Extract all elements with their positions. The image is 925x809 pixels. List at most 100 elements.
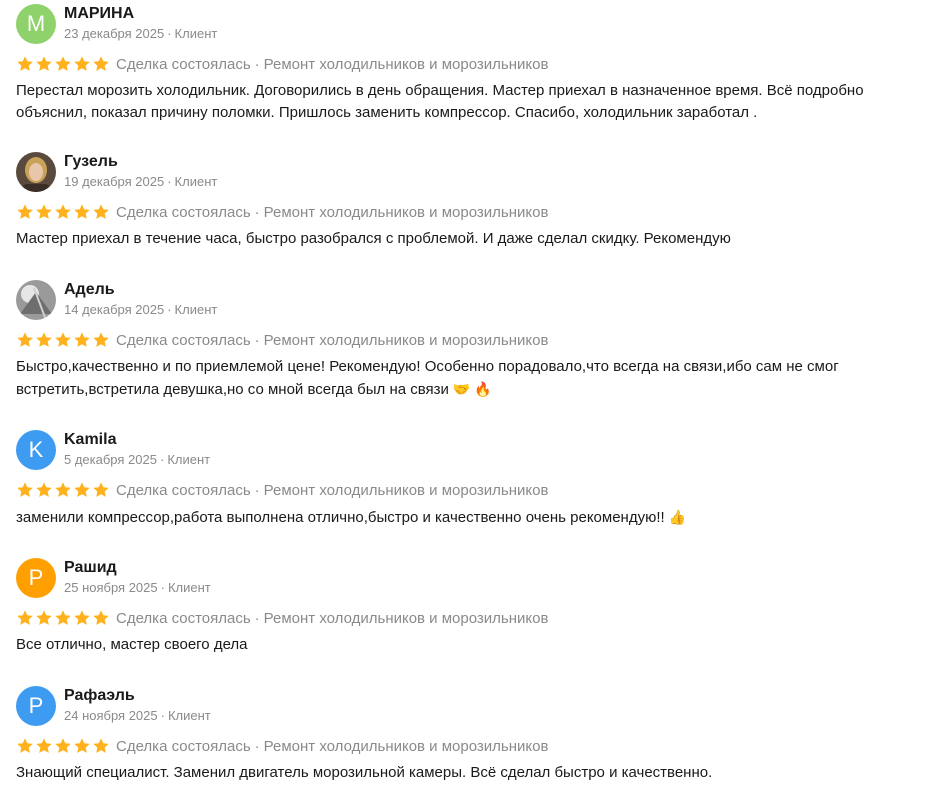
deal-status: Сделка состоялась bbox=[116, 609, 251, 627]
review-meta: 19 декабря 2025 · Клиент bbox=[64, 173, 217, 191]
review-text: заменили компрессор,работа выполнена отл… bbox=[16, 506, 896, 529]
star-icon bbox=[17, 482, 33, 497]
avatar[interactable] bbox=[16, 152, 56, 192]
review-date: 19 декабря 2025 bbox=[64, 174, 165, 189]
deal-separator: · bbox=[254, 737, 260, 755]
review-text: Все отлично, мастер своего дела bbox=[16, 636, 248, 653]
meta-separator: · bbox=[167, 174, 172, 189]
rating-stars bbox=[16, 331, 110, 349]
review-date: 14 декабря 2025 bbox=[64, 302, 165, 317]
meta-separator: · bbox=[167, 26, 172, 41]
avatar[interactable]: Р bbox=[16, 558, 56, 598]
meta-separator: · bbox=[167, 302, 172, 317]
review-text-body: заменили компрессор,работа выполнена отл… bbox=[16, 509, 665, 526]
avatar-photo bbox=[16, 280, 56, 320]
star-icon bbox=[36, 204, 52, 219]
review-text: Знающий специалист. Заменил двигатель мо… bbox=[16, 764, 713, 781]
deal-status: Сделка состоялась bbox=[116, 737, 251, 755]
service-name: Ремонт холодильников и морозильников bbox=[263, 203, 549, 221]
star-icon bbox=[74, 482, 90, 497]
deal-separator: · bbox=[254, 481, 260, 499]
star-icon bbox=[93, 482, 109, 497]
reviewer-role: Клиент bbox=[167, 708, 211, 723]
avatar[interactable]: М bbox=[16, 4, 56, 44]
star-icon bbox=[17, 610, 33, 625]
avatar[interactable]: K bbox=[16, 430, 56, 470]
star-icon bbox=[55, 738, 71, 753]
star-icon bbox=[74, 56, 90, 71]
rating-stars bbox=[16, 55, 110, 73]
avatar-letter: K bbox=[28, 437, 44, 462]
star-icon bbox=[93, 332, 109, 347]
reviewer-role: Клиент bbox=[174, 302, 218, 317]
deal-separator: · bbox=[254, 609, 260, 627]
service-name: Ремонт холодильников и морозильников bbox=[263, 609, 549, 627]
review-card: Гузель 19 декабря 2025 · Клиент Сделка сос… bbox=[16, 152, 906, 250]
deal-separator: · bbox=[254, 55, 260, 73]
star-icon bbox=[55, 610, 71, 625]
avatar[interactable]: Р bbox=[16, 686, 56, 726]
review-card: Р Рафаэль 24 ноября 2025 · Клиент Сделка с… bbox=[16, 686, 906, 784]
review-text: Быстро,качественно и по приемлемой цене!… bbox=[16, 356, 896, 401]
reviewer-role: Клиент bbox=[167, 580, 211, 595]
deal-separator: · bbox=[254, 331, 260, 349]
reviewer-role: Клиент bbox=[174, 26, 218, 41]
avatar[interactable] bbox=[16, 280, 56, 320]
review-meta: 25 ноября 2025 · Клиент bbox=[64, 579, 211, 597]
star-icon bbox=[93, 204, 109, 219]
star-icon bbox=[17, 204, 33, 219]
star-icon bbox=[36, 482, 52, 497]
reviews-list: М МАРИНА 23 декабря 2025 · Клиент Сделка с… bbox=[0, 0, 925, 809]
star-icon bbox=[36, 56, 52, 71]
rating-stars bbox=[16, 737, 110, 755]
star-icon bbox=[17, 332, 33, 347]
reviewer-role: Клиент bbox=[174, 174, 218, 189]
review-date: 5 декабря 2025 bbox=[64, 452, 157, 467]
deal-status: Сделка состоялась bbox=[116, 331, 251, 349]
reviewer-name[interactable]: Рафаэль bbox=[64, 686, 211, 706]
star-icon bbox=[74, 332, 90, 347]
avatar-letter: Р bbox=[28, 565, 44, 590]
rating-stars bbox=[16, 203, 110, 221]
rating-stars bbox=[16, 609, 110, 627]
star-icon bbox=[93, 56, 109, 71]
deal-status: Сделка состоялась bbox=[116, 481, 251, 499]
star-icon bbox=[93, 610, 109, 625]
review-card: K Kamila 5 декабря 2025 · Клиент Сделка со… bbox=[16, 430, 906, 529]
review-card: М МАРИНА 23 декабря 2025 · Клиент Сделка с… bbox=[16, 4, 906, 124]
reviewer-name[interactable]: Kamila bbox=[64, 430, 210, 450]
star-icon bbox=[55, 332, 71, 347]
star-icon bbox=[55, 204, 71, 219]
star-icon bbox=[74, 204, 90, 219]
avatar-photo bbox=[16, 152, 56, 192]
avatar-letter: М bbox=[26, 11, 46, 36]
star-icon bbox=[17, 738, 33, 753]
reviewer-role: Клиент bbox=[167, 452, 211, 467]
star-icon bbox=[55, 56, 71, 71]
star-icon bbox=[36, 610, 52, 625]
deal-status: Сделка состоялась bbox=[116, 55, 251, 73]
review-card: Р Рашид 25 ноября 2025 · Клиент Сделка сос… bbox=[16, 558, 906, 656]
service-name: Ремонт холодильников и морозильников bbox=[263, 737, 549, 755]
review-meta: 14 декабря 2025 · Клиент bbox=[64, 301, 217, 319]
reviewer-name[interactable]: Адель bbox=[64, 280, 217, 300]
star-icon bbox=[36, 738, 52, 753]
service-name: Ремонт холодильников и морозильников bbox=[263, 55, 549, 73]
star-icon bbox=[36, 332, 52, 347]
review-card: Адель 14 декабря 2025 · Клиент Сделка сост… bbox=[16, 280, 906, 401]
reviewer-name[interactable]: МАРИНА bbox=[64, 4, 217, 24]
rating-stars bbox=[16, 481, 110, 499]
review-date: 23 декабря 2025 bbox=[64, 26, 165, 41]
review-text: Мастер приехал в течение часа, быстро ра… bbox=[16, 230, 731, 247]
star-icon bbox=[55, 482, 71, 497]
deal-status: Сделка состоялась bbox=[116, 203, 251, 221]
star-icon bbox=[74, 610, 90, 625]
review-date: 25 ноября 2025 bbox=[64, 580, 158, 595]
deal-separator: · bbox=[254, 203, 260, 221]
service-name: Ремонт холодильников и морозильников bbox=[263, 481, 549, 499]
review-date: 24 ноября 2025 bbox=[64, 708, 158, 723]
meta-separator: · bbox=[159, 452, 165, 467]
reviewer-name[interactable]: Рашид bbox=[64, 558, 211, 578]
reviewer-name[interactable]: Гузель bbox=[64, 152, 217, 172]
star-icon bbox=[93, 738, 109, 753]
